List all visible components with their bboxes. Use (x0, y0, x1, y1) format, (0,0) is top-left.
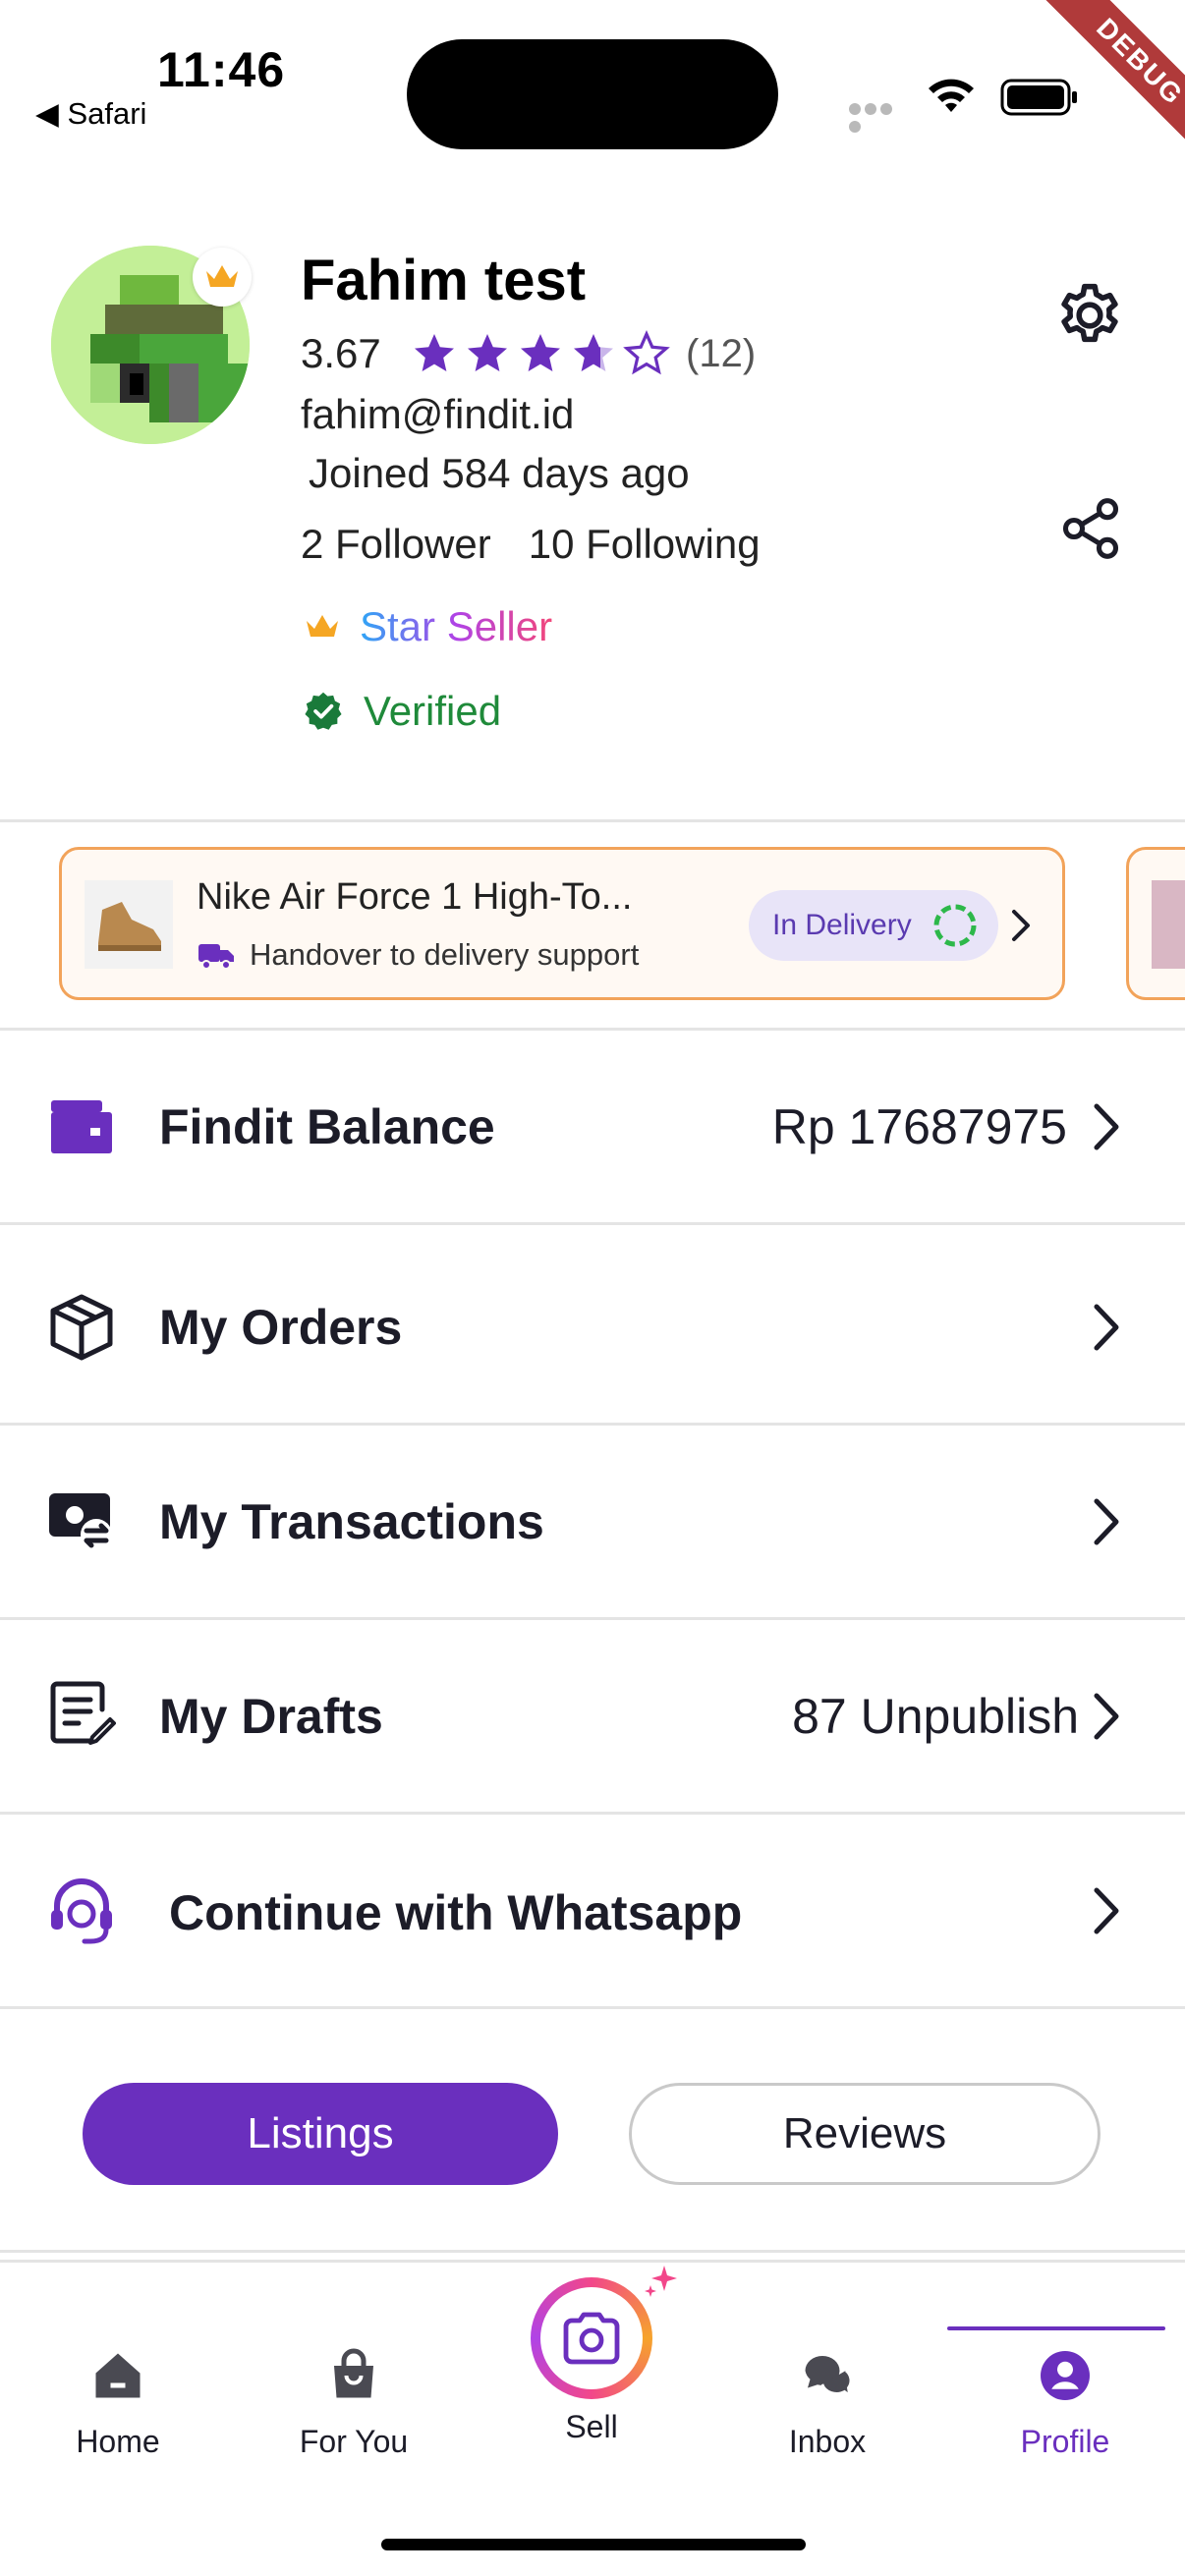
delivery-status-label: In Delivery (772, 909, 912, 941)
my-drafts-label: My Drafts (159, 1689, 383, 1744)
drafts-count: 87 Unpublish (792, 1689, 1079, 1744)
tab-listings[interactable]: Listings (83, 2083, 558, 2185)
active-tab-indicator (947, 2326, 1165, 2330)
findit-balance-value: Rp 17687975 (771, 1099, 1067, 1154)
verified-check-icon (305, 692, 342, 730)
delivery-status-badge: In Delivery (749, 890, 998, 961)
wifi-icon (929, 79, 974, 112)
dynamic-island (407, 39, 778, 149)
followers-link[interactable]: 2 Follower (301, 521, 491, 568)
star-empty-icon (623, 330, 670, 375)
home-indicator (381, 2539, 806, 2550)
chevron-right-icon (1094, 1498, 1119, 1545)
crown-icon (307, 615, 338, 637)
wallet-icon (51, 1100, 112, 1153)
nav-profile-label: Profile (1020, 2424, 1110, 2459)
my-transactions-label: My Transactions (159, 1494, 544, 1549)
star-full-icon (521, 334, 560, 371)
findit-balance-label: Findit Balance (159, 1099, 495, 1154)
rating-stars (411, 330, 670, 379)
star-seller-label: Star Seller (360, 603, 553, 649)
back-to-safari-link[interactable]: ◀ Safari (35, 96, 146, 132)
chevron-right-icon (1094, 1103, 1119, 1150)
profile-email: fahim@findit.id (301, 391, 575, 437)
star-seller-badge: Star Seller (305, 603, 552, 650)
headset-support-icon (51, 1878, 112, 1944)
crown-badge-icon (193, 248, 252, 307)
tab-reviews[interactable]: Reviews (629, 2083, 1100, 2185)
chat-bubbles-icon (805, 2356, 852, 2398)
verified-badge: Verified (303, 688, 501, 735)
delivery-subtitle-text: Handover to delivery support (250, 937, 640, 972)
cellular-signal-icon (849, 102, 910, 133)
product-thumbnail-next (1152, 880, 1185, 969)
star-full-icon (415, 334, 454, 371)
rating-value: 3.67 (301, 330, 381, 376)
battery-icon (1000, 79, 1077, 116)
draft-edit-icon (50, 1681, 116, 1745)
nav-home-label: Home (76, 2424, 160, 2459)
chevron-right-icon (1094, 1693, 1119, 1740)
follow-stats: 2 Follower 10 Following (301, 521, 761, 568)
following-link[interactable]: 10 Following (529, 521, 761, 568)
sparkle-icon (645, 2266, 677, 2297)
divider (0, 2250, 1185, 2253)
divider (0, 819, 1185, 822)
status-time: 11:46 (157, 42, 286, 97)
profile-icon (1041, 2351, 1090, 2400)
product-name: Nike Air Force 1 High-To... (197, 876, 633, 918)
product-thumbnail (85, 880, 173, 969)
nav-inbox[interactable]: Inbox (729, 2346, 926, 2460)
box-icon (50, 1294, 113, 1361)
nav-home[interactable]: Home (20, 2346, 216, 2460)
share-icon[interactable] (1057, 495, 1124, 562)
sell-label: Sell (565, 2409, 618, 2444)
whatsapp-support-label: Continue with Whatsapp (169, 1885, 743, 1940)
delivery-subtitle: Handover to delivery support (197, 937, 639, 973)
divider (0, 2006, 1185, 2009)
chevron-right-icon (1094, 1304, 1119, 1351)
profile-name: Fahim test (301, 249, 587, 312)
nav-inbox-label: Inbox (788, 2424, 867, 2459)
verified-label: Verified (364, 688, 502, 734)
shopping-bag-icon (334, 2348, 373, 2398)
chevron-right-icon[interactable] (1006, 906, 1036, 945)
star-full-icon (468, 334, 507, 371)
my-orders-label: My Orders (159, 1300, 403, 1355)
progress-ring-icon (933, 904, 977, 947)
joined-date: Joined 584 days ago (309, 450, 690, 496)
home-icon (95, 2353, 141, 2398)
money-transfer-icon (49, 1493, 112, 1550)
delivery-truck-icon (198, 944, 234, 970)
star-partial-icon (574, 334, 613, 371)
settings-gear-icon[interactable] (1053, 279, 1126, 352)
chevron-right-icon (1094, 1887, 1119, 1934)
nav-for-you-label: For You (299, 2424, 409, 2459)
camera-icon (563, 2312, 620, 2365)
sell-button[interactable] (531, 2277, 652, 2399)
nav-profile[interactable]: Profile (967, 2346, 1163, 2460)
rating-count: (12) (686, 332, 757, 375)
nav-for-you[interactable]: For You (255, 2346, 452, 2460)
